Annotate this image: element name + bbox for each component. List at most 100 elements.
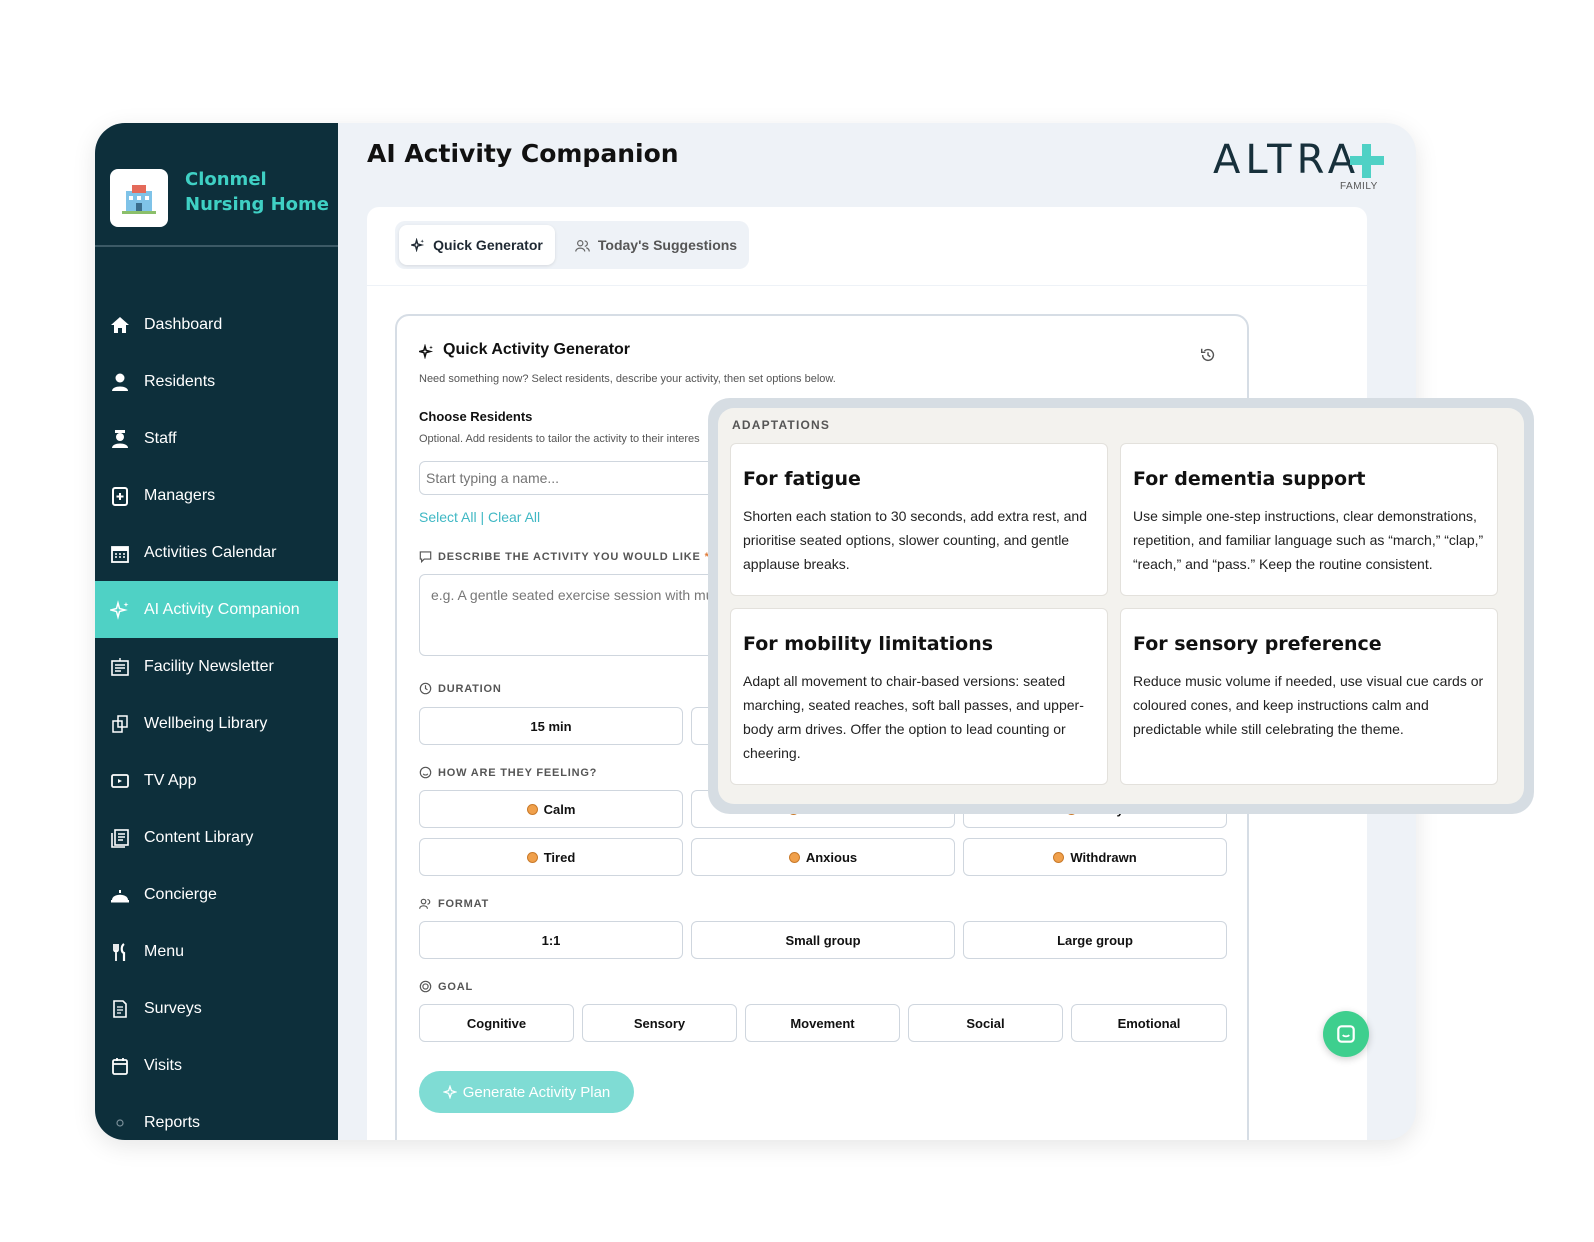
generate-activity-plan-button[interactable]: Generate Activity Plan [419, 1071, 634, 1113]
resident-search-input[interactable] [419, 461, 739, 495]
adaptations-panel: ADAPTATIONS For fatigue Shorten each sta… [718, 408, 1524, 804]
sidebar-item-label: Concierge [144, 885, 217, 903]
cutlery-icon [109, 941, 131, 963]
sidebar-item-label: TV App [144, 771, 197, 789]
staff-icon [109, 428, 131, 450]
sparkles-icon [411, 238, 425, 252]
generator-title: Quick Activity Generator [443, 341, 631, 358]
card-title: For fatigue [743, 468, 861, 490]
feeling-section-label: HOW ARE THEY FEELING? [419, 766, 597, 779]
sidebar-item-facility-newsletter[interactable]: Facility Newsletter [95, 638, 338, 695]
feeling-label: Withdrawn [1070, 849, 1137, 865]
card-body: Shorten each station to 30 seconds, add … [743, 508, 1087, 572]
describe-label-text: DESCRIBE THE ACTIVITY YOU WOULD LIKE [438, 550, 701, 563]
reports-icon [109, 1112, 131, 1134]
smile-icon [419, 766, 432, 779]
feeling-label: Anxious [805, 849, 858, 865]
sparkles-icon [416, 343, 434, 364]
link-separator: | [480, 509, 485, 525]
sidebar-item-managers[interactable]: Managers [95, 467, 338, 524]
feeling-label: Calm [543, 801, 576, 817]
calendar-icon [109, 542, 131, 564]
clipboard-plus-icon [109, 485, 131, 507]
tab-bar: Quick Generator Today's Suggestions [395, 221, 749, 269]
card-title: For dementia support [1133, 468, 1366, 490]
adaptation-card-dementia: For dementia support Use simple one-step… [1120, 443, 1498, 596]
sidebar-item-wellbeing-library[interactable]: Wellbeing Library [95, 695, 338, 752]
sidebar-item-concierge[interactable]: Concierge [95, 866, 338, 923]
altra-logo: ALTRA FAMILY [1213, 133, 1393, 192]
tab-quick-generator[interactable]: Quick Generator [399, 225, 555, 265]
goal-movement-button[interactable]: Movement [745, 1004, 900, 1042]
facility-name: Clonmel Nursing Home [185, 169, 329, 215]
goal-section-label: GOAL [419, 980, 473, 993]
sidebar-item-label: Menu [144, 942, 185, 960]
sidebar-item-label: Dashboard [144, 315, 223, 333]
library-icon [109, 713, 131, 735]
format-large-group-button[interactable]: Large group [963, 921, 1227, 959]
sidebar-item-label: Residents [144, 372, 216, 390]
sidebar-item-activities-calendar[interactable]: Activities Calendar [95, 524, 338, 581]
feeling-tired-button[interactable]: Tired [419, 838, 683, 876]
sidebar-item-label: Content Library [144, 828, 254, 846]
sidebar-item-surveys[interactable]: Surveys [95, 980, 338, 1037]
brand: Clonmel Nursing Home [95, 123, 338, 247]
comment-icon [419, 550, 432, 563]
tab-label: Quick Generator [433, 237, 543, 253]
card-title: For mobility limitations [743, 633, 994, 655]
logo-word: ALTRA [1213, 137, 1361, 183]
bell-icon [109, 884, 131, 906]
adaptation-card-mobility: For mobility limitations Adapt all movem… [730, 608, 1108, 785]
sparkle-icon [442, 1085, 457, 1099]
adaptations-heading: ADAPTATIONS [732, 418, 831, 432]
sidebar-nav: Dashboard Residents Staff Managers Activ… [95, 296, 338, 1140]
sidebar-item-dashboard[interactable]: Dashboard [95, 296, 338, 353]
sidebar-item-menu[interactable]: Menu [95, 923, 338, 980]
survey-icon [109, 998, 131, 1020]
goal-label-text: GOAL [438, 980, 473, 993]
activity-description-textarea[interactable]: e.g. A gentle seated exercise session wi… [419, 574, 739, 656]
goal-cognitive-button[interactable]: Cognitive [419, 1004, 574, 1042]
tab-todays-suggestions[interactable]: Today's Suggestions [571, 225, 741, 265]
format-label-text: FORMAT [438, 897, 490, 910]
adaptation-card-sensory: For sensory preference Reduce music volu… [1120, 608, 1498, 785]
format-1-1-button[interactable]: 1:1 [419, 921, 683, 959]
emoji-icon [526, 803, 538, 815]
duration-option-15-min[interactable]: 15 min [419, 707, 683, 745]
sidebar-item-label: Activities Calendar [144, 543, 277, 561]
duration-label-text: DURATION [438, 682, 502, 695]
chat-icon [1337, 1025, 1355, 1043]
sidebar-item-tv-app[interactable]: TV App [95, 752, 338, 809]
feeling-withdrawn-button[interactable]: Withdrawn [963, 838, 1227, 876]
sidebar-item-residents[interactable]: Residents [95, 353, 338, 410]
select-all-link[interactable]: Select All [419, 509, 477, 525]
feeling-anxious-button[interactable]: Anxious [691, 838, 955, 876]
emoji-icon [1053, 851, 1065, 863]
goal-sensory-button[interactable]: Sensory [582, 1004, 737, 1042]
page-title: AI Activity Companion [367, 139, 679, 168]
goal-social-button[interactable]: Social [908, 1004, 1063, 1042]
emoji-icon [788, 851, 800, 863]
format-section-label: FORMAT [419, 897, 489, 910]
chat-button[interactable] [1323, 1011, 1369, 1057]
selection-links: Select All | Clear All [419, 509, 540, 525]
adaptations-overlay: ADAPTATIONS For fatigue Shorten each sta… [708, 398, 1534, 814]
history-icon[interactable] [1199, 346, 1217, 369]
card-body: Adapt all movement to chair-based versio… [743, 673, 1084, 761]
calendar-small-icon [109, 1055, 131, 1077]
sidebar-item-staff[interactable]: Staff [95, 410, 338, 467]
sparkles-icon [109, 599, 131, 621]
feeling-calm-button[interactable]: Calm [419, 790, 683, 828]
sidebar-item-content-library[interactable]: Content Library [95, 809, 338, 866]
clear-all-link[interactable]: Clear All [488, 509, 540, 525]
sidebar-item-reports[interactable]: Reports [95, 1094, 338, 1140]
format-small-group-button[interactable]: Small group [691, 921, 955, 959]
clock-icon [419, 682, 432, 695]
target-icon [419, 980, 432, 993]
sidebar-item-ai-activity-companion[interactable]: AI Activity Companion [95, 581, 338, 638]
goal-emotional-button[interactable]: Emotional [1071, 1004, 1227, 1042]
facility-logo [110, 169, 168, 227]
sidebar-item-visits[interactable]: Visits [95, 1037, 338, 1094]
tv-icon [109, 770, 131, 792]
card-body: Use simple one-step instructions, clear … [1133, 508, 1484, 572]
